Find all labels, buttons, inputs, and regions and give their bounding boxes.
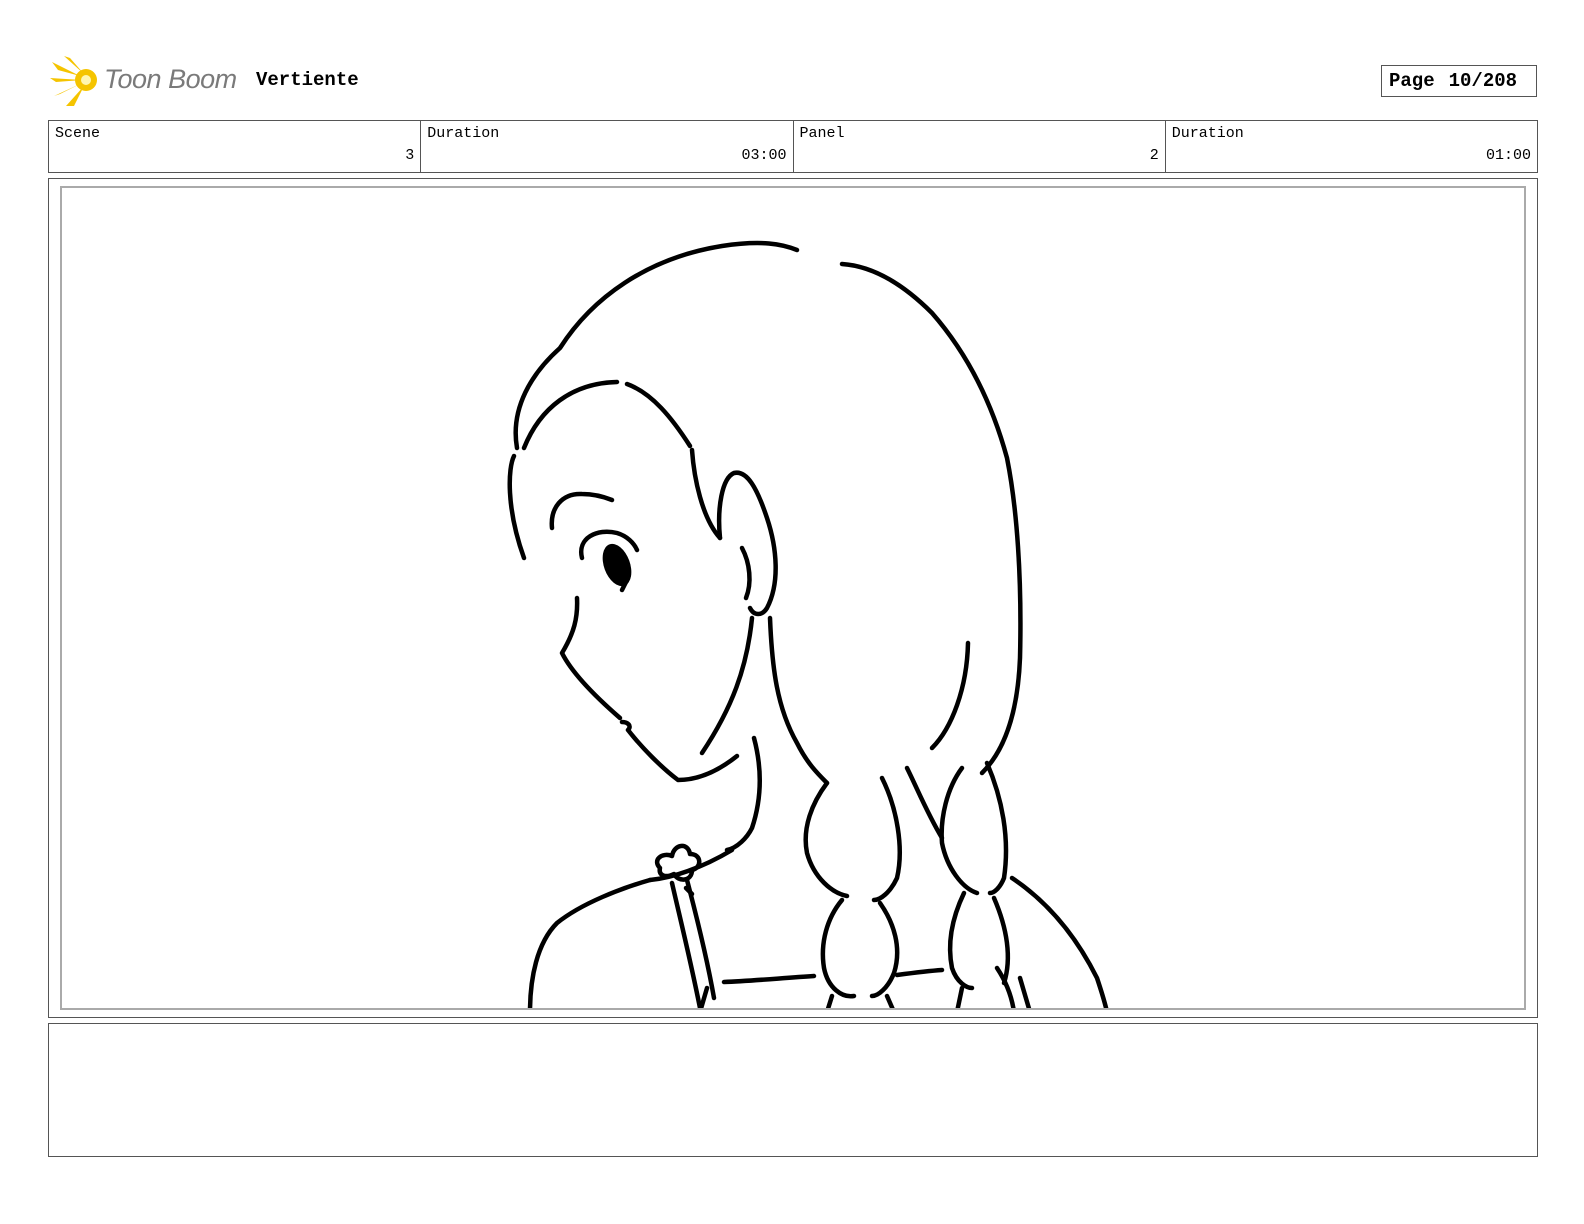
page-number: 10/208 <box>1448 70 1518 92</box>
scene-duration-label: Duration <box>427 125 500 142</box>
storyboard-panel-image <box>60 186 1526 1010</box>
panel-duration-label: Duration <box>1171 125 1244 142</box>
panel-value: 2 <box>1149 147 1159 164</box>
scene-value: 3 <box>405 147 415 164</box>
page-label: Page <box>1389 70 1435 92</box>
scene-label: Scene <box>55 125 101 142</box>
scene-duration-cell: Duration 03:00 <box>421 121 794 172</box>
panel-info-bar: Scene 3 Duration 03:00 Panel 2 Duration … <box>48 120 1538 173</box>
starburst-icon <box>50 56 97 106</box>
girl-sketch-drawing <box>507 240 1109 1008</box>
panel-label: Panel <box>799 125 845 142</box>
storyboard-panel-frame <box>48 178 1538 1018</box>
project-title: Vertiente <box>256 69 359 91</box>
logo-text: Toon Boom <box>104 64 237 94</box>
panel-duration-cell: Duration 01:00 <box>1166 121 1537 172</box>
page-indicator: Page 10/208 <box>1381 65 1537 97</box>
panel-duration-value: 01:00 <box>1485 147 1531 164</box>
panel-cell: Panel 2 <box>794 121 1166 172</box>
scene-cell: Scene 3 <box>49 121 422 172</box>
panel-notes-box <box>48 1023 1538 1157</box>
toon-boom-logo: Toon Boom <box>50 54 240 108</box>
scene-duration-value: 03:00 <box>741 147 787 164</box>
